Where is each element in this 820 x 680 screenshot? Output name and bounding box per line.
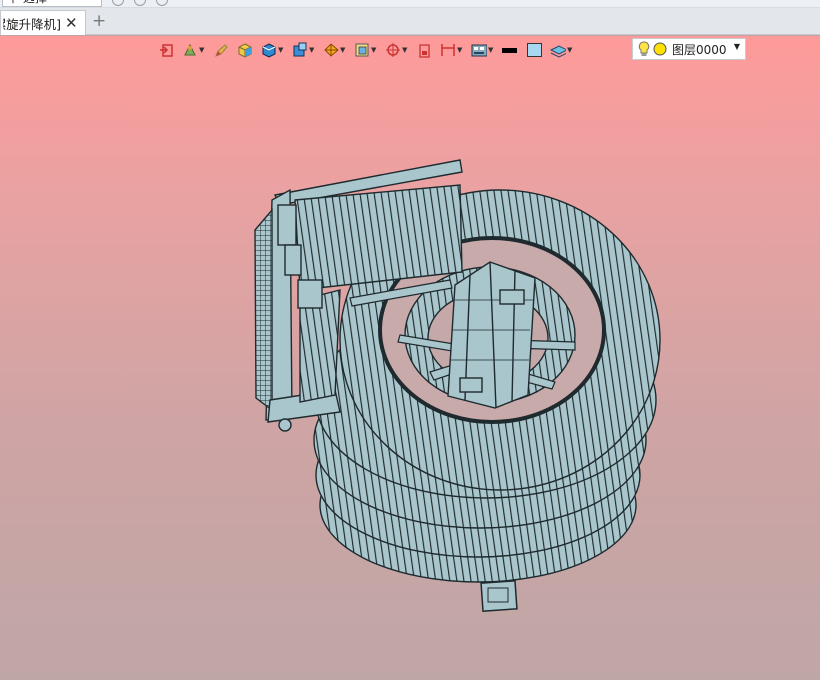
tab-bar: [螺旋升降机] ✕ +: [0, 8, 820, 35]
selection-filter[interactable]: 中 选择: [2, 0, 102, 7]
top-toolbar: 中 选择: [0, 0, 820, 8]
tool-circle-icon[interactable]: [134, 0, 146, 6]
spiral-elevator-model[interactable]: [0, 36, 820, 680]
close-icon[interactable]: ✕: [65, 15, 78, 31]
tool-circle-icon[interactable]: [156, 0, 168, 6]
3d-viewport[interactable]: ▼ ▼ ▼ ▼ ▼ ▼ ▼ ▼ ▼ 图层0000 ▼: [0, 36, 820, 680]
tab-document[interactable]: [螺旋升降机] ✕: [0, 10, 86, 35]
tab-label: [螺旋升降机]: [3, 16, 61, 32]
tool-circle-icon[interactable]: [112, 0, 124, 6]
add-tab-button[interactable]: +: [92, 12, 106, 30]
top-icons: [112, 0, 168, 6]
